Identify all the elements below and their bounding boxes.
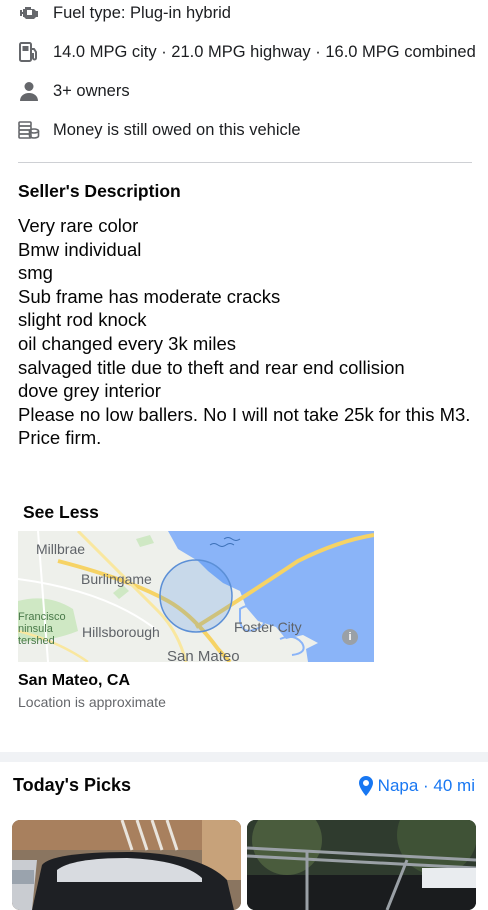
seller-description-text: Very rare color Bmw individual smg Sub f… (18, 214, 478, 450)
location-map[interactable]: Millbrae Burlingame Francisco ninsula te… (18, 531, 374, 662)
description-line: Very rare color (18, 215, 139, 236)
feature-row-lien: Money is still owed on this vehicle (0, 112, 488, 148)
description-line: smg (18, 262, 53, 284)
description-line: salvaged title due to theft and rear end… (18, 356, 405, 378)
map-label-burlingame: Burlingame (81, 571, 152, 587)
map-label-sf-3: tershed (18, 635, 55, 647)
fuel-pump-icon (17, 40, 41, 64)
listing-card[interactable] (247, 820, 476, 910)
description-line: Price firm. (18, 427, 102, 449)
map-label-san-mateo: San Mateo (167, 648, 240, 662)
feature-row-mpg: 14.0 MPG city · 21.0 MPG highway · 16.0 … (0, 34, 488, 70)
section-divider (18, 162, 472, 163)
feature-row-fuel-type: Fuel type: Plug-in hybrid (0, 0, 488, 31)
engine-icon (17, 1, 41, 25)
location-pin-icon (358, 776, 373, 796)
feature-row-owners: 3+ owners (0, 73, 488, 109)
location-note: Location is approximate (18, 694, 166, 710)
info-icon[interactable]: i (342, 629, 358, 645)
map-label-millbrae: Millbrae (36, 541, 86, 557)
listing-card[interactable] (12, 820, 241, 910)
description-line: oil changed every 3k miles (18, 332, 236, 354)
feature-text: 14.0 MPG city · 21.0 MPG highway · 16.0 … (53, 42, 476, 61)
feature-text: Fuel type: Plug-in hybrid (53, 3, 231, 22)
section-separator (0, 752, 488, 762)
seller-description-heading: Seller's Description (18, 181, 181, 201)
description-line: Please no low ballers. No I will not tak… (18, 403, 471, 425)
description-line: Sub frame has moderate cracks (18, 285, 281, 307)
listing-photo (12, 820, 241, 910)
picks-location-label: Napa · 40 mi (377, 776, 475, 795)
description-line: slight rod knock (18, 309, 147, 331)
location-city: San Mateo, CA (18, 672, 131, 689)
person-icon (17, 79, 41, 103)
description-line: dove grey interior (18, 380, 161, 402)
feature-text: Money is still owed on this vehicle (53, 120, 301, 139)
see-less-button[interactable]: See Less (23, 502, 99, 523)
description-line: Bmw individual (18, 238, 142, 260)
money-stack-icon (17, 118, 41, 142)
listing-photo (247, 820, 476, 910)
map-label-sf-2: ninsula (18, 623, 53, 635)
feature-text: 3+ owners (53, 81, 130, 100)
map-label-hillsborough: Hillsborough (82, 624, 160, 640)
picks-location-button[interactable]: Napa · 40 mi (358, 776, 475, 796)
map-label-foster-city: Foster City (234, 619, 302, 635)
todays-picks-title: Today's Picks (13, 775, 132, 795)
map-label-sf-1: Francisco (18, 611, 66, 623)
